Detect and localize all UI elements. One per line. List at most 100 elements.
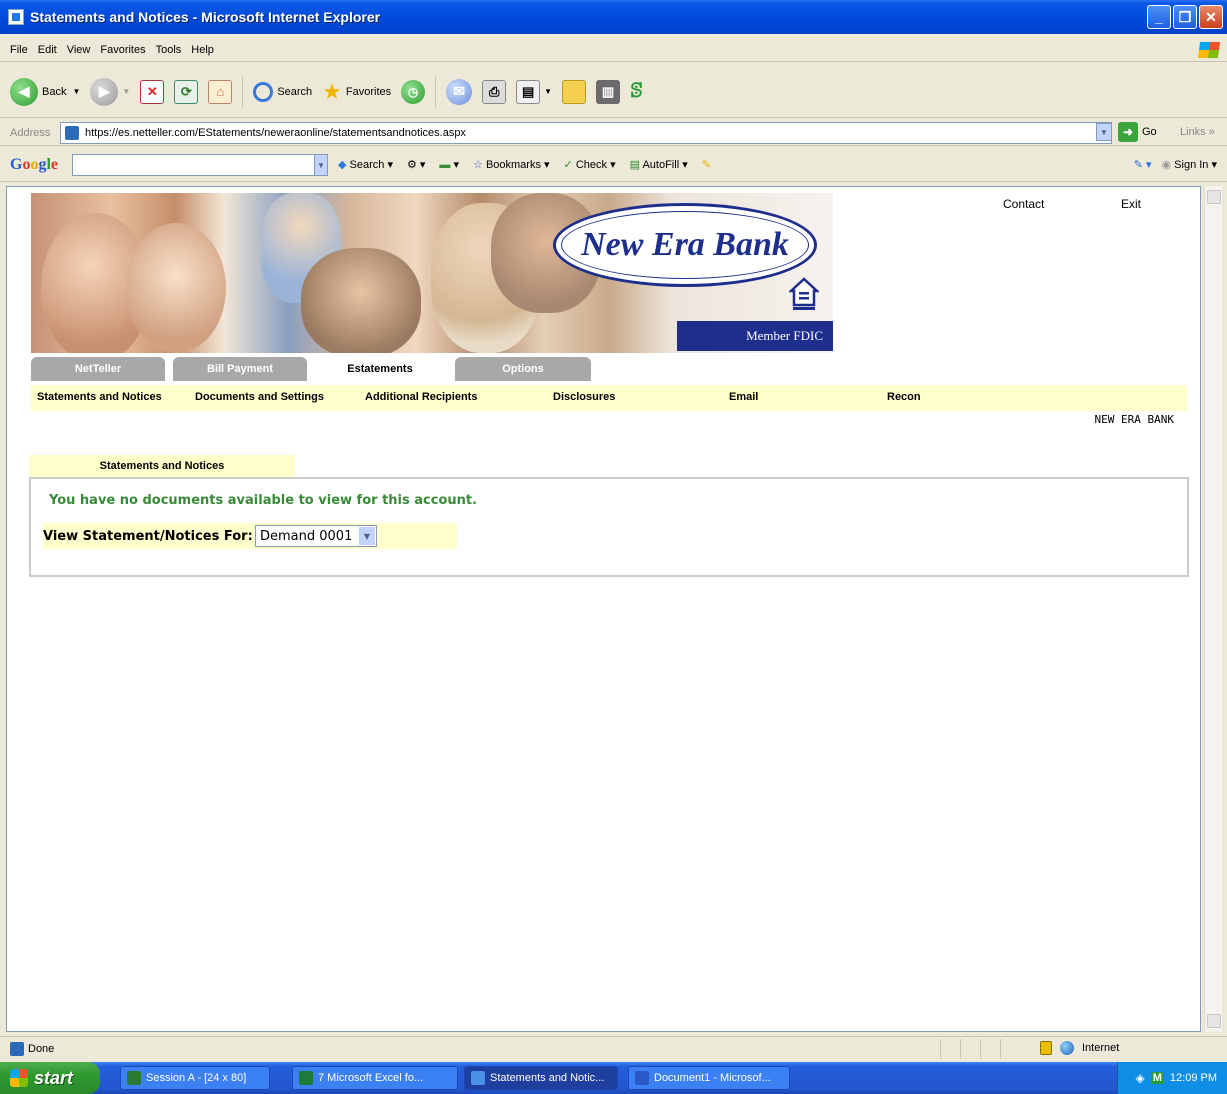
tray-app-icon[interactable]: M (1150, 1072, 1164, 1084)
spell-check-button[interactable]: ✓ Check ▾ (564, 158, 616, 171)
exit-link[interactable]: Exit (1121, 197, 1141, 211)
status-divider (980, 1039, 981, 1059)
no-documents-message: You have no documents available to view … (49, 493, 478, 508)
print-button[interactable]: ⎙ (482, 79, 507, 104)
edit-icon: ▤ (516, 79, 541, 104)
mail-button[interactable]: ✉ (446, 78, 473, 105)
messenger-icon: ꕷ (630, 80, 643, 102)
google-search-button[interactable]: ◆ Search ▾ (338, 158, 393, 171)
autofill-label: AutoFill (642, 159, 680, 171)
research-button[interactable]: ▥ (596, 79, 621, 104)
maximize-button[interactable]: ❐ (1173, 5, 1197, 29)
member-fdic-badge: Member FDIC (677, 321, 833, 351)
start-button[interactable]: start (0, 1062, 100, 1094)
taskbar-item-statements[interactable]: Statements and Notic... (464, 1066, 618, 1090)
status-text: Done (10, 1041, 55, 1056)
favorites-star-icon: ★ (322, 78, 342, 104)
chevron-down-icon: ▼ (544, 87, 553, 96)
history-button[interactable]: ◷ (401, 79, 426, 104)
taskbar-item-label: Document1 - Microsof... (654, 1072, 771, 1084)
pagerank-button[interactable]: ▬ ▾ (439, 158, 459, 171)
network-icon[interactable]: ◈ (1136, 1071, 1145, 1085)
taskbar-item-excel[interactable]: 7 Microsoft Excel fo... (292, 1066, 458, 1090)
banner-image: New Era Bank Member FDIC (31, 193, 833, 353)
view-for-label: View Statement/Notices For: (43, 528, 253, 544)
forward-button[interactable]: ▶ ▼ (90, 77, 130, 106)
user-icon: ◉ (1161, 159, 1172, 171)
menu-view[interactable]: View (67, 44, 91, 56)
scroll-up-button[interactable] (1207, 190, 1221, 204)
back-arrow-icon: ◀ (10, 77, 38, 106)
links-button[interactable]: Links » (1180, 126, 1215, 138)
refresh-icon: ⟳ (174, 79, 199, 104)
subnav-statements-notices[interactable]: Statements and Notices (37, 391, 162, 403)
popup-blocker-button[interactable]: ⚙ ▾ (407, 158, 425, 171)
edit-button[interactable]: ▤ ▼ (516, 79, 553, 104)
section-title: Statements and Notices (29, 455, 295, 477)
stop-button[interactable]: ✕ (140, 79, 165, 104)
subnav-disclosures[interactable]: Disclosures (553, 391, 615, 403)
subnav-email[interactable]: Email (729, 391, 758, 403)
subnav-recon[interactable]: Recon (887, 391, 921, 403)
back-button[interactable]: ◀ Back ▼ (10, 77, 80, 106)
address-input[interactable]: https://es.netteller.com/EStatements/new… (60, 122, 1112, 144)
taskbar-item-word[interactable]: Document1 - Microsof... (628, 1066, 790, 1090)
start-label: start (34, 1067, 74, 1088)
page-viewport: New Era Bank Member FDIC Contact Exit Ne… (6, 186, 1201, 1032)
standard-toolbar: ◀ Back ▼ ▶ ▼ ✕ ⟳ ⌂ Search ★ Favorites ◷ … (0, 66, 1227, 118)
signin-button[interactable]: ◉ Sign In ▾ (1162, 158, 1218, 171)
excel-icon (299, 1071, 313, 1085)
go-button[interactable]: ➜ Go (1118, 122, 1157, 142)
tab-estatements[interactable]: Estatements (313, 357, 447, 381)
menu-help[interactable]: Help (191, 44, 214, 56)
scroll-down-button[interactable] (1207, 1014, 1221, 1028)
search-label: Search (277, 85, 313, 98)
sub-navigation: Statements and Notices Documents and Set… (31, 385, 1187, 411)
minimize-button[interactable]: _ (1147, 5, 1171, 29)
menu-favorites[interactable]: Favorites (100, 44, 145, 56)
autofill-button[interactable]: ▤ AutoFill ▾ (630, 158, 688, 171)
tab-netteller[interactable]: NetTeller (31, 357, 165, 381)
favorites-button[interactable]: ★ Favorites (322, 78, 391, 104)
vertical-scrollbar[interactable] (1204, 186, 1222, 1032)
google-search-dropdown[interactable]: ▼ (314, 154, 328, 176)
subnav-documents-settings[interactable]: Documents and Settings (195, 391, 324, 403)
ie-icon (471, 1071, 485, 1085)
status-divider (940, 1039, 941, 1059)
address-label: Address (10, 126, 51, 139)
clock: 12:09 PM (1169, 1072, 1217, 1084)
banner-photo-shape (126, 223, 226, 353)
tab-bill-payment[interactable]: Bill Payment (173, 357, 307, 381)
bank-name-label: NEW ERA BANK (1094, 413, 1174, 426)
contact-link[interactable]: Contact (1003, 197, 1044, 211)
status-done-label: Done (28, 1042, 55, 1055)
google-search-input[interactable] (72, 154, 320, 176)
taskbar-item-session[interactable]: Session A - [24 x 80] (120, 1066, 270, 1090)
taskbar-item-label: Session A - [24 x 80] (146, 1072, 247, 1084)
subnav-additional-recipients[interactable]: Additional Recipients (365, 391, 477, 403)
bookmark-star-icon: ☆ (473, 159, 483, 171)
links-label: Links (1180, 126, 1206, 138)
discuss-button[interactable] (562, 79, 587, 104)
highlight-button[interactable]: ✎ (702, 158, 711, 171)
history-icon: ◷ (401, 79, 426, 104)
menu-edit[interactable]: Edit (38, 44, 57, 56)
account-select[interactable]: Demand 0001 ▼ (255, 525, 377, 547)
address-dropdown-button[interactable]: ▼ (1096, 123, 1112, 141)
refresh-button[interactable]: ⟳ (174, 79, 199, 104)
close-button[interactable]: ✕ (1199, 5, 1223, 29)
messenger-button[interactable]: ꕷ (630, 80, 643, 103)
wrench-icon[interactable]: ✎ ▾ (1134, 158, 1152, 171)
equal-housing-icon (789, 277, 819, 310)
menu-file[interactable]: File (10, 44, 28, 56)
terminal-icon (127, 1071, 141, 1085)
bookmarks-button[interactable]: ☆ Bookmarks ▾ (473, 158, 550, 171)
bank-logo: New Era Bank (553, 203, 817, 287)
search-button[interactable]: Search (253, 81, 313, 102)
menu-tools[interactable]: Tools (156, 44, 182, 56)
folder-icon (562, 79, 587, 104)
page-icon (65, 126, 79, 140)
home-button[interactable]: ⌂ (208, 79, 233, 104)
google-search-label: Search (349, 159, 385, 171)
tab-options[interactable]: Options (455, 357, 591, 381)
